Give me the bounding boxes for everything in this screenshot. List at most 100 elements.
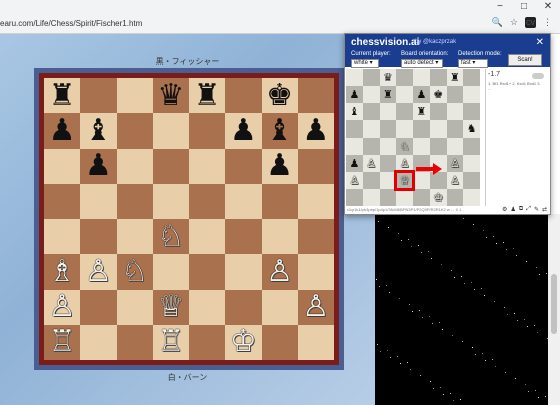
board-square[interactable] xyxy=(446,188,464,206)
board-square[interactable] xyxy=(396,86,413,104)
chess-piece[interactable]: ♛ xyxy=(383,72,393,83)
browser-menu-icon[interactable]: ⋮ xyxy=(543,17,552,28)
chess-piece[interactable]: ♚ xyxy=(433,89,443,100)
board-square[interactable] xyxy=(362,188,380,206)
board-square[interactable] xyxy=(362,171,380,189)
board-square[interactable] xyxy=(463,86,480,104)
board-square[interactable] xyxy=(396,120,413,138)
detected-board[interactable]: ♛ ♜ ♟ ♜ ♟ ♚ ♝ ♜ ♞ ♘ ♟ ♙ ♙ ♙ ♙ ♕ ♙ ♔ xyxy=(346,69,480,206)
toolbar-icon[interactable]: ♟ xyxy=(510,206,515,213)
board-square[interactable] xyxy=(346,137,363,155)
board-square[interactable] xyxy=(44,183,81,219)
toolbar-icon[interactable]: ⇄ xyxy=(542,206,547,213)
board-square[interactable]: ♖ xyxy=(44,324,81,360)
board-square[interactable] xyxy=(116,219,153,255)
chess-piece[interactable]: ♕ xyxy=(400,175,410,186)
board-square[interactable] xyxy=(297,183,334,219)
board-square[interactable]: ♝ xyxy=(80,113,117,149)
board-square[interactable]: ♜ xyxy=(413,103,430,121)
board-square[interactable]: ♕ xyxy=(152,289,189,325)
board-square[interactable]: ♟ xyxy=(225,113,262,149)
board-square[interactable] xyxy=(261,219,298,255)
board-square[interactable]: ♜ xyxy=(446,69,464,87)
board-square[interactable] xyxy=(189,289,226,325)
board-square[interactable]: ♞ xyxy=(463,120,480,138)
chess-piece[interactable]: ♕ xyxy=(157,292,184,322)
board-square[interactable] xyxy=(429,103,447,121)
chess-piece[interactable]: ♟ xyxy=(230,115,257,146)
chess-piece[interactable]: ♛ xyxy=(157,80,184,111)
board-square[interactable]: ♙ xyxy=(346,171,363,189)
board-square[interactable]: ♟ xyxy=(261,148,298,184)
board-square[interactable] xyxy=(379,103,397,121)
board-square[interactable] xyxy=(80,183,117,219)
close-window-button[interactable]: ✕ xyxy=(536,0,560,14)
chess-piece[interactable]: ♜ xyxy=(416,106,426,117)
board-square[interactable]: ♙ xyxy=(396,154,413,172)
board-square[interactable] xyxy=(152,254,189,290)
chess-piece[interactable]: ♟ xyxy=(416,89,426,100)
board-square[interactable]: ♙ xyxy=(80,254,117,290)
board-square[interactable] xyxy=(116,148,153,184)
board-square[interactable] xyxy=(396,69,413,87)
chessvision-extension-icon[interactable]: cv xyxy=(525,17,536,28)
chess-piece[interactable]: ♙ xyxy=(400,158,410,169)
board-square[interactable] xyxy=(44,219,81,255)
board-square[interactable]: ♝ xyxy=(261,113,298,149)
board-square[interactable] xyxy=(297,219,334,255)
board-square[interactable] xyxy=(116,78,153,114)
board-square[interactable] xyxy=(463,154,480,172)
board-square[interactable] xyxy=(429,69,447,87)
chess-piece[interactable]: ♙ xyxy=(450,158,460,169)
board-square[interactable]: ♘ xyxy=(396,137,413,155)
toolbar-icon[interactable]: ⤢ xyxy=(526,206,531,213)
board-square[interactable] xyxy=(446,86,464,104)
board-square[interactable]: ♚ xyxy=(261,78,298,114)
board-square[interactable] xyxy=(396,188,413,206)
board-square[interactable]: ♖ xyxy=(152,324,189,360)
board-square[interactable] xyxy=(189,324,226,360)
chess-piece[interactable]: ♜ xyxy=(383,89,393,100)
board-square[interactable]: ♕ xyxy=(394,169,415,191)
board-square[interactable] xyxy=(261,289,298,325)
chess-piece[interactable]: ♗ xyxy=(49,256,76,287)
scrollbar-thumb[interactable] xyxy=(551,274,557,334)
board-square[interactable] xyxy=(413,188,430,206)
board-square[interactable] xyxy=(225,289,262,325)
board-square[interactable] xyxy=(80,78,117,114)
board-square[interactable] xyxy=(463,69,480,87)
board-square[interactable] xyxy=(346,188,363,206)
board-square[interactable]: ♟ xyxy=(413,86,430,104)
board-square[interactable] xyxy=(225,148,262,184)
board-square[interactable] xyxy=(362,137,380,155)
board-square[interactable] xyxy=(446,120,464,138)
board-square[interactable]: ♜ xyxy=(189,78,226,114)
chess-piece[interactable]: ♟ xyxy=(85,151,112,181)
board-square[interactable] xyxy=(346,120,363,138)
chess-piece[interactable]: ♔ xyxy=(433,192,443,203)
board-square[interactable] xyxy=(297,254,334,290)
board-square[interactable] xyxy=(346,69,363,87)
board-square[interactable] xyxy=(152,148,189,184)
board-square[interactable] xyxy=(463,188,480,206)
board-square[interactable]: ♟ xyxy=(44,113,81,149)
maximize-button[interactable]: □ xyxy=(512,0,536,14)
board-square[interactable]: ♟ xyxy=(80,148,117,184)
chess-piece[interactable]: ♟ xyxy=(266,151,293,181)
board-square[interactable] xyxy=(413,120,430,138)
close-icon[interactable]: ✕ xyxy=(536,37,544,48)
board-square[interactable] xyxy=(116,113,153,149)
board-square[interactable] xyxy=(80,289,117,325)
chess-piece[interactable]: ♘ xyxy=(400,141,410,152)
board-square[interactable] xyxy=(379,188,397,206)
board-square[interactable]: ♙ xyxy=(362,154,380,172)
chess-piece[interactable]: ♙ xyxy=(49,292,76,322)
board-square[interactable] xyxy=(379,154,397,172)
search-icon[interactable]: 🔍 xyxy=(492,17,503,28)
board-square[interactable] xyxy=(463,103,480,121)
board-square[interactable]: ♔ xyxy=(225,324,262,360)
board-square[interactable] xyxy=(446,137,464,155)
chess-piece[interactable]: ♔ xyxy=(230,327,257,357)
board-square[interactable] xyxy=(261,183,298,219)
board-square[interactable]: ♔ xyxy=(429,188,447,206)
